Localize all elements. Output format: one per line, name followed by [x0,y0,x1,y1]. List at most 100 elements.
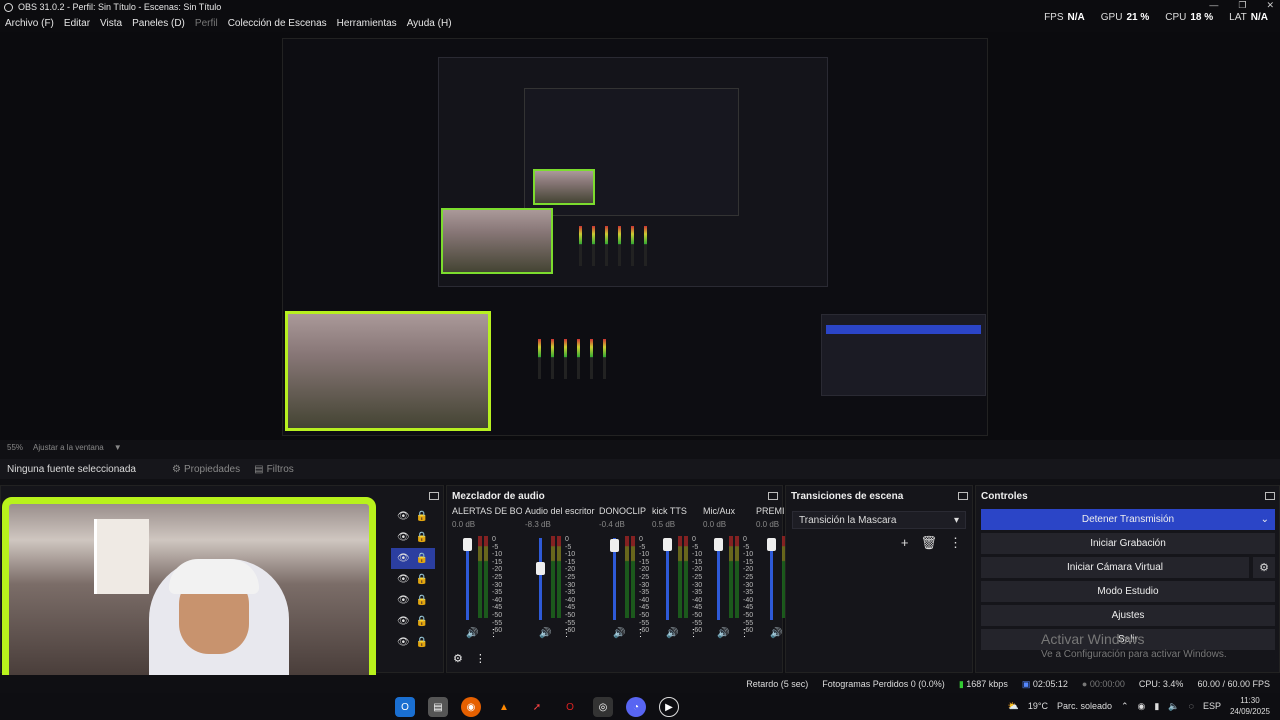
fader-handle[interactable] [767,538,776,551]
volume-fader[interactable] [767,538,776,620]
eye-icon[interactable]: 👁 [397,574,410,585]
volume-fader[interactable] [663,538,672,620]
settings-button[interactable]: Ajustes [981,605,1275,626]
chat-app-icon[interactable]: ◔ [626,697,646,717]
eye-icon[interactable]: 👁 [397,637,410,648]
menu-paneles[interactable]: Paneles (D) [132,18,185,29]
speaker-icon[interactable]: 🔊 [613,628,625,639]
opera-icon[interactable]: O [560,697,580,717]
firefox-icon[interactable]: ◉ [461,697,481,717]
weather-icon[interactable]: ⛅ [1008,701,1019,712]
volume-fader[interactable] [463,538,472,620]
list-item[interactable]: 👁 🔒 [391,590,435,611]
list-item[interactable]: 👁 🔒 [391,527,435,548]
start-virtual-camera-button[interactable]: Iniciar Cámara Virtual [981,557,1249,578]
add-transition-icon[interactable]: + [901,535,909,551]
eye-icon[interactable]: 👁 [397,616,410,627]
dock-popout-icon[interactable] [768,492,778,500]
channel-menu-icon[interactable]: ⋮ [635,628,645,639]
dock-popout-icon[interactable] [1265,492,1275,500]
speaker-icon[interactable]: 🔈 [1168,701,1179,712]
fader-handle[interactable] [463,538,472,551]
weather-temp[interactable]: 19°C [1028,701,1048,711]
fader-handle[interactable] [714,538,723,551]
speaker-icon[interactable]: 🔊 [717,628,729,639]
lang-indicator[interactable]: ESP [1203,701,1221,711]
transition-select[interactable]: Transición la Mascara ▾ [792,511,966,529]
menu-editar[interactable]: Editar [64,18,90,29]
lock-icon[interactable]: 🔒 [416,595,428,606]
preview-webcam-source[interactable] [285,311,491,431]
list-item[interactable]: 👁 🔒 [391,548,435,569]
fader-handle[interactable] [663,538,672,551]
volume-fader[interactable] [714,538,723,620]
media-player-icon[interactable]: ▶ [659,697,679,717]
scale-tick: -40 [492,596,503,604]
fader-handle[interactable] [536,562,545,576]
lock-icon[interactable]: 🔒 [416,637,428,648]
fader-handle[interactable] [610,539,619,553]
list-item[interactable]: 👁 🔒 [391,632,435,653]
dock-popout-icon[interactable] [429,492,439,500]
microphone-icon[interactable]: ▮ [1154,701,1159,712]
stop-streaming-button[interactable]: Detener Transmisión ⌄ [981,509,1275,530]
stat-latency: LAT N/A [1229,12,1268,23]
eye-icon[interactable]: 👁 [397,511,410,522]
lock-icon[interactable]: 🔒 [416,532,428,543]
list-item[interactable]: 👁 🔒 [391,506,435,527]
transition-menu-icon[interactable]: ⋮ [949,535,962,551]
volume-fader[interactable] [536,538,545,620]
trash-icon[interactable]: 🗑 [920,535,937,551]
mixer-settings-icon[interactable]: ⚙ [453,652,463,665]
vlc-icon[interactable]: ▲ [494,697,514,717]
properties-button[interactable]: ⚙ Propiedades [172,464,240,475]
chevron-up-icon[interactable]: ⌃ [1121,701,1129,712]
eye-icon[interactable]: 👁 [397,532,410,543]
speaker-icon[interactable]: 🔊 [466,628,478,639]
start-recording-button[interactable]: Iniciar Grabación [981,533,1275,554]
speaker-icon[interactable]: 🔊 [770,628,782,639]
obs-taskbar-icon[interactable]: ◎ [593,697,613,717]
channel-menu-icon[interactable]: ⋮ [488,628,498,639]
dock-popout-icon[interactable] [958,492,968,500]
menu-ayuda[interactable]: Ayuda (H) [407,18,452,29]
eye-icon[interactable]: 👁 [397,553,410,564]
menu-perfil[interactable]: Perfil [195,18,218,29]
speaker-icon[interactable]: 🔊 [666,628,678,639]
lock-icon[interactable]: 🔒 [416,511,428,522]
weather-desc[interactable]: Parc. soleado [1057,701,1112,711]
virtual-camera-settings-icon[interactable]: ⚙ [1253,557,1275,578]
outlook-icon[interactable]: O [395,697,415,717]
program-preview[interactable] [282,38,988,436]
channel-menu-icon[interactable]: ⋮ [739,628,749,639]
volume-fader[interactable] [610,538,619,620]
menu-vista[interactable]: Vista [100,18,122,29]
minimize-button[interactable]: — [1209,0,1218,11]
menu-archivo[interactable]: Archivo (F) [5,18,54,29]
list-item[interactable]: 👁 🔒 [391,569,435,590]
lock-icon[interactable]: 🔒 [416,574,428,585]
channel-menu-icon[interactable]: ⋮ [688,628,698,639]
menu-herramientas[interactable]: Herramientas [337,18,397,29]
preview-area[interactable] [0,32,1280,440]
tray-app-icon[interactable]: ◉ [1138,701,1146,712]
zoom-dropdown-icon[interactable]: ▼ [114,443,122,452]
menu-coleccion-escenas[interactable]: Colección de Escenas [228,18,327,29]
file-explorer-icon[interactable]: ▤ [428,697,448,717]
zoom-mode[interactable]: Ajustar a la ventana [33,443,104,452]
mixer-menu-icon[interactable]: ⋮ [475,652,486,665]
channel-menu-icon[interactable]: ⋮ [561,628,571,639]
app-icon[interactable]: ➚ [527,697,547,717]
clock[interactable]: 11:30 24/09/2025 [1230,695,1270,717]
maximize-button[interactable]: ❐ [1238,0,1246,11]
speaker-icon[interactable]: 🔊 [539,628,551,639]
eye-icon[interactable]: 👁 [397,595,410,606]
wifi-icon[interactable]: ◌ [1189,701,1194,711]
filters-button[interactable]: ▤ Filtros [254,464,294,475]
close-button[interactable]: ✕ [1266,0,1274,11]
studio-mode-button[interactable]: Modo Estudio [981,581,1275,602]
list-item[interactable]: 👁 🔒 [391,611,435,632]
lock-icon[interactable]: 🔒 [416,616,428,627]
chevron-down-icon[interactable]: ⌄ [1261,514,1269,525]
lock-icon[interactable]: 🔒 [416,553,428,564]
